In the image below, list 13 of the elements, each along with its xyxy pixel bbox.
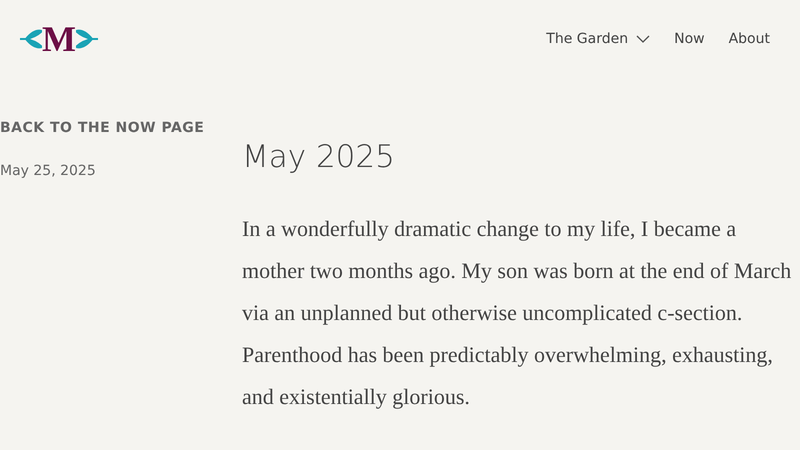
- chevron-down-icon: [636, 35, 650, 43]
- logo[interactable]: M: [20, 21, 98, 57]
- nav-link[interactable]: About: [728, 28, 770, 50]
- back-link[interactable]: BACK TO THE NOW PAGE: [0, 118, 204, 139]
- logo-letter: M: [42, 21, 76, 57]
- nav-label: The Garden: [546, 30, 628, 48]
- post-title: May 2025: [242, 139, 396, 176]
- nav-link[interactable]: Now: [674, 28, 705, 50]
- leaf-icon: [76, 29, 98, 49]
- nav-dropdown[interactable]: The Garden: [546, 28, 650, 50]
- post-paragraph: In a wonderfully dramatic change to my life, I became a mother two months ago. My son was born at the end of March via an unplanned but otherwise uncomplicated c-section. Parenthood has been predictably overwhelming, exhausting, and existentially glorious.: [242, 215, 792, 412]
- post-date: May 25, 2025: [0, 162, 97, 181]
- leaf-icon: [20, 29, 42, 49]
